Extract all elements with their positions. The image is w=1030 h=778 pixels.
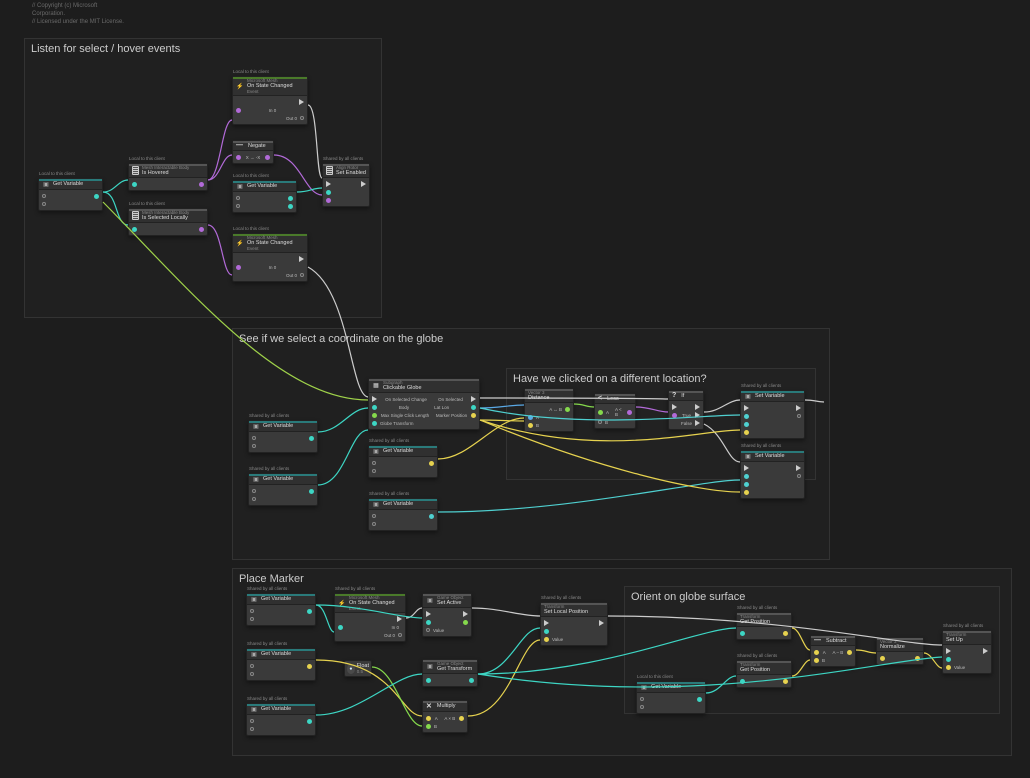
document-icon (132, 166, 139, 175)
node-set-up[interactable]: Shared by all clients TransformSet Up Va… (942, 630, 992, 674)
group-title: Listen for select / hover events (31, 43, 180, 55)
branch-icon: ? (672, 392, 676, 399)
node-on-state-changed[interactable]: Local to this client ⚡ Microsoft MeshOn … (232, 76, 308, 125)
node-set-local-position[interactable]: Shared by all clients TransformSet Local… (540, 602, 608, 646)
node-set-enabled[interactable]: Shared by all clients Align RotorSet Ena… (322, 163, 370, 207)
node-less[interactable]: <Less AA < B B (594, 393, 636, 429)
document-icon (132, 211, 139, 220)
node-on-state-changed[interactable]: Shared by all clients ⚡ Microsoft MeshOn… (334, 593, 406, 642)
float-icon: ● (347, 664, 355, 674)
node-on-state-changed[interactable]: Local to this client ⚡ Microsoft MeshOn … (232, 233, 308, 282)
node-distance[interactable]: Vector 3Distance A ↔ B A B (524, 388, 574, 432)
node-get-variable[interactable]: Local to this client ▣Get Variable (232, 180, 297, 213)
node-get-variable[interactable]: Shared by all clients ▣Get Variable (246, 593, 316, 626)
group-title: Have we clicked on a different location? (513, 373, 707, 385)
minus-icon: — (236, 142, 243, 149)
bolt-icon: ⚡ (236, 239, 244, 247)
subgraph-icon: ▦ (372, 382, 380, 390)
group-title: Orient on globe surface (631, 591, 745, 603)
node-subtract[interactable]: —Subtract AA – B B (810, 635, 856, 667)
node-is-hovered[interactable]: Local to this client Mesh Interactable B… (128, 163, 208, 191)
node-set-variable[interactable]: Shared by all clients ▣Set Variable (740, 450, 805, 499)
node-get-position[interactable]: Shared by all clients TransformGet Posit… (736, 612, 792, 640)
node-if[interactable]: ?If True False (668, 390, 704, 430)
license-comment: // Copyright (c) Microsoft Corporation. … (32, 3, 124, 26)
group-title: See if we select a coordinate on the glo… (239, 333, 443, 345)
node-get-variable[interactable]: Shared by all clients ▣Get Variable (248, 473, 318, 506)
node-get-variable[interactable]: Local to this client ▣Get Variable (38, 178, 103, 211)
node-set-variable[interactable]: Shared by all clients ▣Set Variable (740, 390, 805, 439)
multiply-icon: ✕ (426, 702, 432, 710)
node-normalize[interactable]: Vector 3Normalize (876, 637, 924, 665)
node-is-selected-locally[interactable]: Local to this client Mesh Interactable B… (128, 208, 208, 236)
node-clickable-globe[interactable]: ▦SubgraphClickable Globe On Selected Cha… (368, 378, 480, 430)
node-get-position[interactable]: Shared by all clients TransformGet Posit… (736, 660, 792, 688)
node-get-variable[interactable]: Local to this client ▣Get Variable (636, 681, 706, 714)
bolt-icon: ⚡ (338, 599, 346, 607)
node-get-variable[interactable]: Shared by all clients ▣Get Variable (368, 445, 438, 478)
cube-icon: ▣ (42, 180, 50, 188)
node-get-variable[interactable]: Shared by all clients ▣Get Variable (246, 703, 316, 736)
cube-icon: ▣ (236, 182, 244, 190)
document-icon (326, 166, 333, 175)
node-float[interactable]: ● Float0.5 (344, 660, 372, 677)
node-get-variable[interactable]: Shared by all clients ▣Get Variable (368, 498, 438, 531)
node-set-active[interactable]: ▣Game ObjectSet Active Value (422, 593, 472, 637)
node-get-variable[interactable]: Shared by all clients ▣Get Variable (246, 648, 316, 681)
node-get-variable[interactable]: Shared by all clients ▣Get Variable (248, 420, 318, 453)
less-than-icon: < (598, 395, 602, 402)
node-get-transform[interactable]: ▣Game ObjectGet Transform (422, 659, 478, 687)
group-title: Place Marker (239, 573, 304, 585)
node-negate[interactable]: —Negate X → -X (232, 140, 274, 164)
node-multiply[interactable]: ✕Multiply AA × B B (422, 700, 468, 733)
minus-icon: — (814, 637, 821, 644)
bolt-icon: ⚡ (236, 82, 244, 90)
